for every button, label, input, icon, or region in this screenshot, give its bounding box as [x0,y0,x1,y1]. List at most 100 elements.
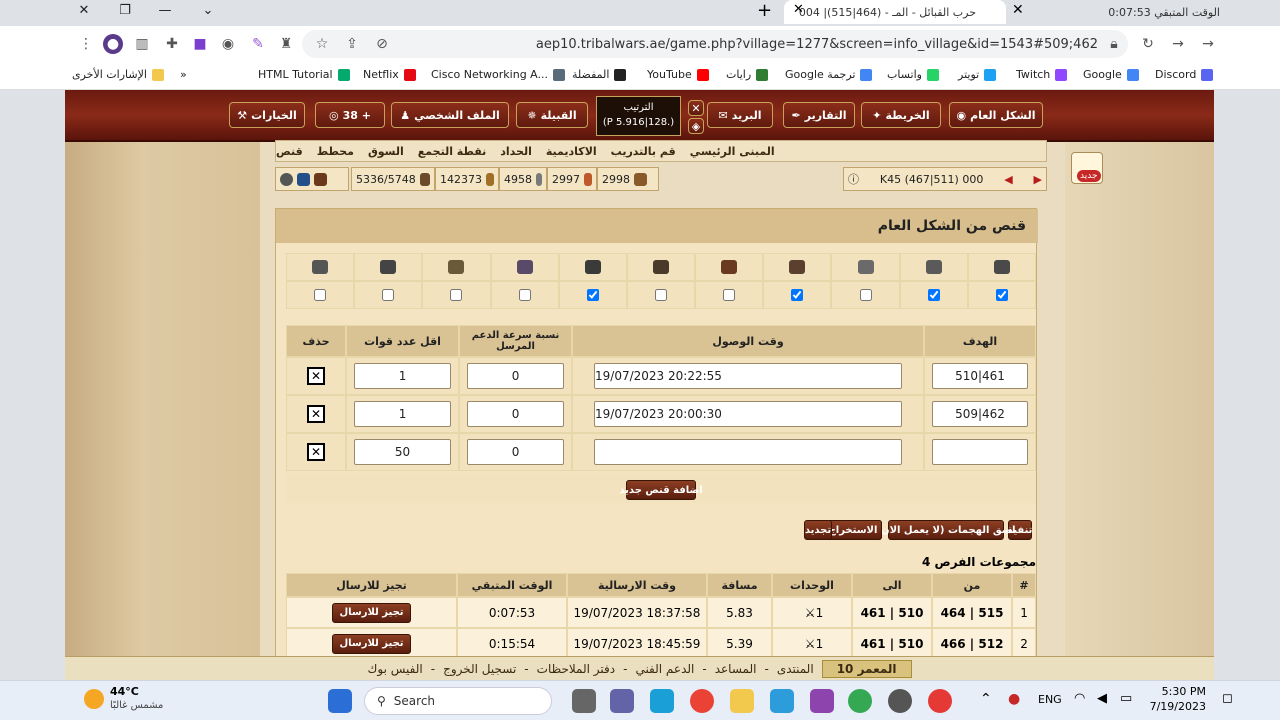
restore-icon[interactable]: ❐ [105,0,145,20]
min-troops-input[interactable]: 1 [353,363,452,389]
paste-attacks-button[interactable]: لصق الهجمات (لا يعمل الان) [876,520,1016,540]
sidebar-icon[interactable]: ▥ [132,34,152,54]
arrival-input[interactable] [594,439,902,465]
bookmark-favorites[interactable]: المفضلة [572,68,627,81]
menu-icon[interactable]: ⋮ [76,34,96,54]
nav-overview[interactable]: ◉ الشكل العام [949,102,1043,128]
footer-helper[interactable]: المساعد [715,662,757,676]
menu-snipe[interactable]: قنص [276,145,303,158]
battery-icon[interactable]: ▭ [1120,691,1132,706]
bookmark-youtube[interactable]: YouTube [647,68,709,81]
nav-settings[interactable]: ⚒ الخيارات [229,102,305,128]
rank-box[interactable]: الترتيب (P 5.916|128.) [596,96,681,136]
footer-server[interactable]: المعمر 10 [821,659,912,678]
arrival-input[interactable]: 20:22:55 19/07/2023 [594,363,902,389]
bookmark-whatsapp[interactable]: واتساب [887,68,939,81]
bookmark-google[interactable]: Google [1083,68,1139,81]
bookmark-cisco[interactable]: Cisco Networking A... [431,68,565,81]
footer-notebook[interactable]: دفتر الملاحظات [537,662,615,676]
unit-checkbox[interactable] [586,289,599,301]
new-tab-icon[interactable]: + [757,0,772,21]
avatar[interactable]: ● [103,34,123,54]
extension-icon[interactable]: ♜ [276,34,296,54]
ready-to-send-button[interactable]: تجيز للارسال [332,633,411,654]
bookmark-twitch[interactable]: Twitch [1016,68,1068,81]
target-input[interactable]: 461|510 [931,363,1029,389]
unit-checkbox[interactable] [723,289,736,301]
mic-icon[interactable]: ● [1008,691,1020,707]
clock-time[interactable]: 5:30 PM [1144,685,1206,698]
unit-checkbox[interactable] [859,289,872,301]
photos-icon[interactable] [770,689,794,713]
delete-row-button[interactable]: ✕ [307,367,325,385]
bookmark-flags[interactable]: رايات [726,68,769,81]
close-icon[interactable]: ✕ [793,2,804,17]
bookmark-discord[interactable]: Discord [1155,68,1214,81]
language-indicator[interactable]: ENG [1038,693,1062,706]
lock-icon[interactable]: 🔒︎ [1104,34,1124,54]
footer-logout[interactable]: تسجيل الخروج [443,662,516,676]
menu-smith[interactable]: الحداد [500,145,532,158]
unit-checkbox[interactable] [314,289,327,301]
weather-icon[interactable] [84,689,104,709]
shield-icon[interactable]: ◈ [688,118,704,134]
tab-game[interactable]: 004 |(515|464) - حرب القبائل - المـ [784,0,1006,24]
bookmarks-overflow[interactable]: » [180,68,187,81]
file-explorer-icon[interactable] [730,689,754,713]
eye-off-icon[interactable]: ⊘ [372,34,392,54]
nav-tribe[interactable]: ✵ القبيلة [516,102,588,128]
village-selector[interactable]: ⓘ K45 (467|511) 000 ◀ ▶ [843,167,1047,191]
weather-temp[interactable]: 44°C [110,685,139,698]
forward-icon[interactable]: → [1198,34,1218,54]
chevron-up-icon[interactable]: ⌃ [980,691,992,707]
volume-icon[interactable]: ◀ [1097,691,1107,706]
tab-timer[interactable]: الوقت المتبقي 0:07:53 [1030,0,1280,24]
footer-support[interactable]: الدعم الفني [635,662,694,676]
bookmark-translate[interactable]: Google ترجمة [785,68,873,81]
address-field[interactable]: aep10.tribalwars.ae/game.php?village=127… [302,30,1128,58]
clock-app-icon[interactable] [888,689,912,713]
chrome-icon[interactable] [690,689,714,713]
extension-icon[interactable]: ■ [190,34,210,54]
clock-date[interactable]: 7/19/2023 [1144,700,1206,713]
menu-main-building[interactable]: المبنى الرئيسي [690,145,775,158]
menu-planner[interactable]: محطط [317,145,354,158]
arrival-input[interactable]: 20:00:30 19/07/2023 [594,401,902,427]
menu-rally[interactable]: نقطة التجمع [418,145,486,158]
speed-input[interactable]: 0 [466,439,565,465]
unit-checkbox[interactable] [791,289,804,301]
bookmark-other[interactable]: الإشارات الأخرى [72,68,164,81]
arrow-right-icon[interactable]: ▶ [1034,173,1042,186]
menu-market[interactable]: السوق [368,145,404,158]
task-view-icon[interactable] [572,689,596,713]
sword-icon[interactable]: ✕ [688,100,704,116]
close-window-icon[interactable]: ✕ [64,0,104,20]
footer-facebook[interactable]: الفيس بوك [368,662,423,676]
unit-checkbox[interactable] [518,289,531,301]
bookmark-netflix[interactable]: Netflix [363,68,416,81]
wifi-icon[interactable]: ◠ [1074,691,1085,706]
refresh-button[interactable]: تجديد [804,520,832,540]
bookmark-twitter[interactable]: تويتر [958,68,997,81]
min-troops-input[interactable]: 1 [353,401,452,427]
target-input[interactable] [931,439,1029,465]
footer-forum[interactable]: المنتدى [777,662,814,676]
extract-button[interactable]: الاستخراج [824,520,882,540]
nav-reports[interactable]: ✒ التقارير [783,102,855,128]
reload-icon[interactable]: ↻ [1138,34,1158,54]
extensions-icon[interactable]: ✚ [162,34,182,54]
chrome-active-icon[interactable] [848,689,872,713]
taskbar-search[interactable]: ⚲ Search [364,687,552,715]
chevron-down-icon[interactable]: ⌄ [188,0,228,20]
menu-train[interactable]: قم بالتدريب [611,145,676,158]
target-input[interactable]: 462|509 [931,401,1029,427]
back-icon[interactable]: → [1168,34,1188,54]
teams-icon[interactable] [610,689,634,713]
star-icon[interactable]: ☆ [312,34,332,54]
pen-icon[interactable]: ✎ [248,34,268,54]
min-troops-input[interactable]: 50 [353,439,452,465]
close-icon[interactable]: ✕ [1012,2,1024,18]
nav-profile[interactable]: ♟ الملف الشخصي [391,102,509,128]
bookmark-html[interactable]: HTML Tutorial [258,68,350,81]
app-icon[interactable] [650,689,674,713]
